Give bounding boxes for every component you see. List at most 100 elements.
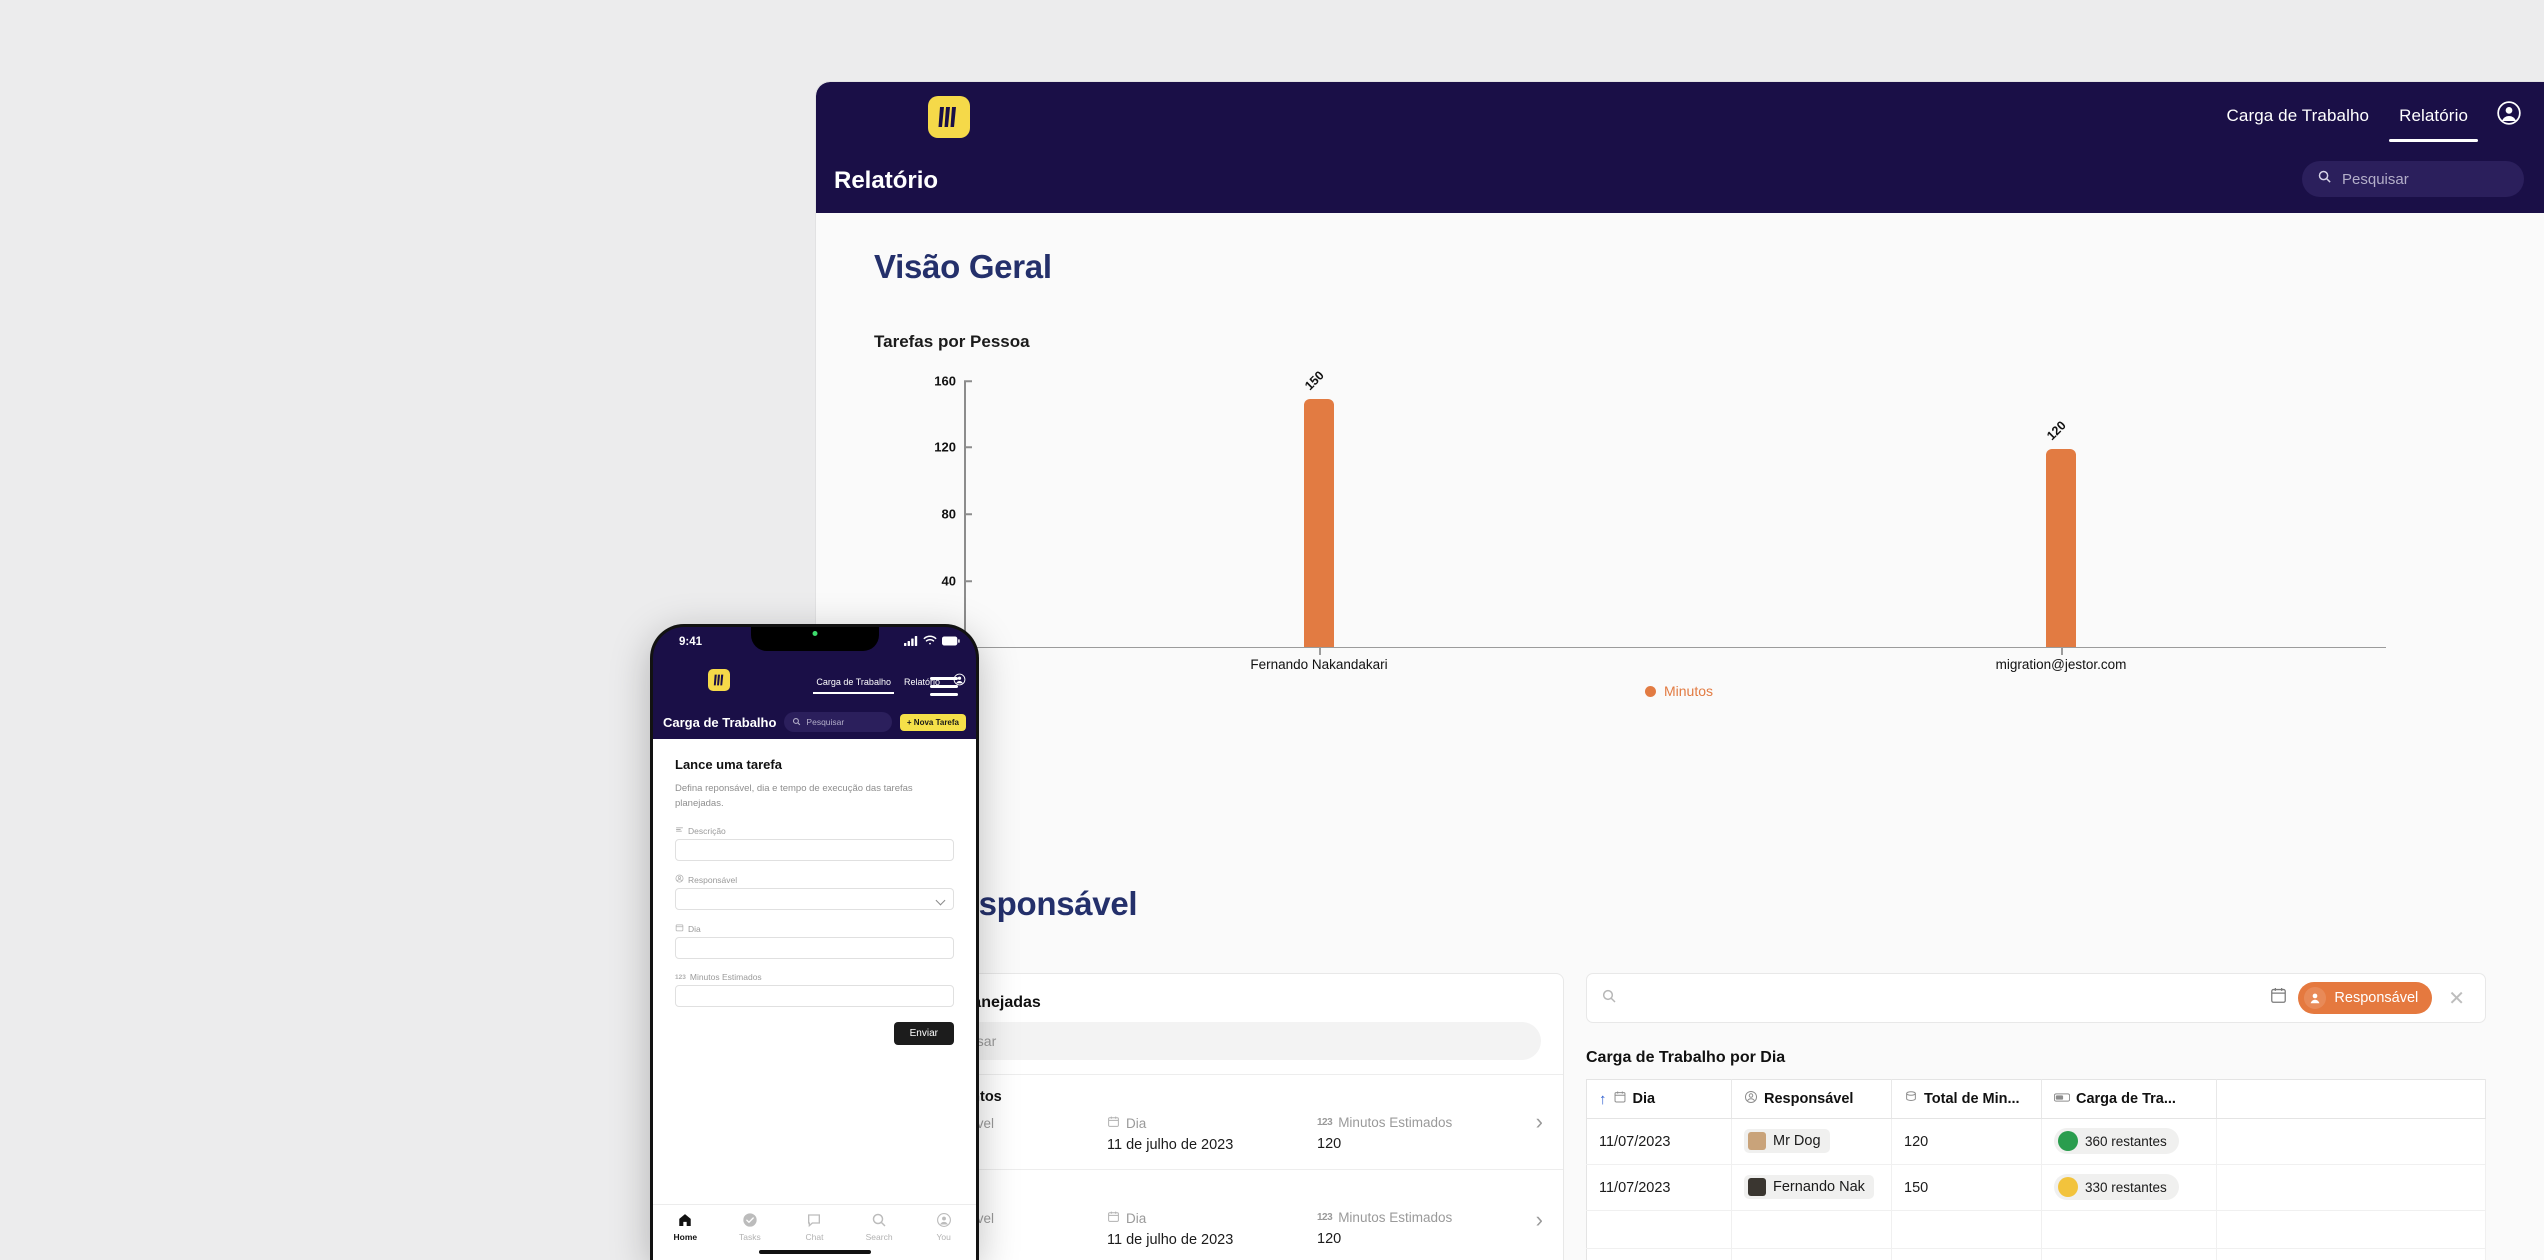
tab-label: Tasks xyxy=(739,1232,761,1242)
global-search-placeholder: Pesquisar xyxy=(2342,170,2409,188)
column-header-carga-de-trabalho[interactable]: Carga de Tra... xyxy=(2041,1079,2217,1119)
cell-responsavel-name: Fernando Nak xyxy=(1773,1179,1865,1195)
chart-legend: Minutos xyxy=(1644,683,1713,699)
tarefas-por-pessoa-chart: 160 120 80 40 150 120 Fernando Nakandaka… xyxy=(874,368,2484,713)
phone-navigation-bar: Carga de Trabalho Relatório xyxy=(653,661,976,705)
phone-nav-link-carga-de-trabalho[interactable]: Carga de Trabalho xyxy=(813,677,894,694)
chevron-right-icon[interactable]: › xyxy=(1536,1207,1543,1233)
cell-dia: 11/07/2023 xyxy=(1586,1118,1732,1165)
close-icon[interactable]: ✕ xyxy=(2442,986,2471,1011)
field-value: 11 de julho de 2023 xyxy=(1107,1137,1234,1153)
nav-link-carga-de-trabalho[interactable]: Carga de Trabalho xyxy=(2225,84,2372,148)
form-label-dia: Dia xyxy=(675,923,954,934)
battery-icon xyxy=(942,636,960,649)
account-circle-icon[interactable] xyxy=(953,673,966,691)
table-caption: Carga de Trabalho por Dia xyxy=(1586,1049,1786,1066)
cell-responsavel: Mr Dog xyxy=(1731,1118,1892,1165)
cell-total-minutos: 150 xyxy=(1891,1164,2042,1211)
sort-ascending-icon[interactable]: ↑ xyxy=(1599,1091,1607,1108)
table-row-empty xyxy=(1586,1210,2486,1249)
list-search-input[interactable]: Pesquisar xyxy=(897,1022,1541,1060)
status-bar-time: 9:41 xyxy=(679,636,703,648)
calendar-icon[interactable] xyxy=(2269,986,2288,1010)
bar-value-label: 120 xyxy=(2044,418,2069,443)
field-label: Minutos Estimados xyxy=(1338,1210,1453,1225)
nav-link-relatorio[interactable]: Relatório xyxy=(2389,84,2478,148)
cell-total-minutos: 120 xyxy=(1891,1118,2042,1165)
bar-fernando-nakandakari[interactable] xyxy=(1304,399,1334,647)
dia-input[interactable] xyxy=(675,937,954,960)
status-dot xyxy=(2058,1177,2078,1197)
calendar-icon xyxy=(675,923,684,934)
page-header-bar: Relatório Pesquisar xyxy=(816,149,2544,213)
jestor-logo-icon[interactable] xyxy=(928,96,970,138)
tab-chat[interactable]: Chat xyxy=(782,1212,847,1242)
cell-responsavel: Fernando Nak xyxy=(1731,1164,1892,1211)
search-icon[interactable] xyxy=(1601,988,1617,1009)
field-label: Dia xyxy=(1126,1210,1147,1226)
phone-search-input[interactable]: Pesquisar xyxy=(784,712,892,732)
list-item-title: Agendamentos xyxy=(897,1089,1541,1105)
phone-mockup: 9:41 Carga de Trabalho Relatório Carga d… xyxy=(650,624,979,1260)
carga-de-trabalho-table: ↑ Dia Responsável Total de Min... Carga … xyxy=(1586,1079,2486,1260)
list-item-title: Relatório xyxy=(897,1184,1541,1200)
column-header-total-de-minutos[interactable]: Total de Min... xyxy=(1891,1079,2042,1119)
field-value: 120 xyxy=(1317,1231,1342,1247)
cellular-signal-icon xyxy=(904,635,918,649)
field-minutos-estimados: 123 Minutos Estimados 120 xyxy=(1317,1210,1497,1253)
cell-empty xyxy=(2216,1118,2486,1165)
table-search-input[interactable] xyxy=(1627,990,2260,1006)
section-heading-visao-geral: Visão Geral xyxy=(874,248,1052,285)
phone-screen-body: Lance uma tarefa Defina reponsável, dia … xyxy=(653,739,976,1260)
descricao-input[interactable] xyxy=(675,839,954,862)
field-dia: Dia 11 de julho de 2023 xyxy=(1107,1210,1317,1253)
avatar xyxy=(1748,1132,1766,1150)
table-header-row: ↑ Dia Responsável Total de Min... Carga … xyxy=(1586,1079,2486,1119)
phone-notch xyxy=(750,627,879,651)
column-header-dia[interactable]: ↑ Dia xyxy=(1586,1079,1732,1119)
account-circle-icon[interactable] xyxy=(2496,100,2522,131)
recording-indicator-icon xyxy=(812,631,817,636)
phone-search-placeholder: Pesquisar xyxy=(806,717,845,727)
wifi-icon xyxy=(923,635,937,649)
number-icon: 123 xyxy=(1317,1212,1333,1223)
phone-tab-bar: Home Tasks Chat Search You xyxy=(653,1204,976,1260)
table-row[interactable]: 11/07/2023 Mr Dog 120 360 restantes xyxy=(1586,1118,2486,1165)
tab-you[interactable]: You xyxy=(911,1212,976,1242)
y-tick-label: 120 xyxy=(934,439,956,455)
cell-empty xyxy=(2216,1164,2486,1211)
status-dot xyxy=(2058,1131,2078,1151)
cell-carga: 360 restantes xyxy=(2041,1118,2217,1165)
minutos-estimados-input[interactable] xyxy=(675,985,954,1008)
progress-icon xyxy=(2053,1091,2071,1107)
database-icon xyxy=(1904,1090,1918,1108)
cell-carga: 330 restantes xyxy=(2041,1164,2217,1211)
table-filter-bar: Responsável ✕ xyxy=(1586,973,2486,1023)
carga-de-trabalho-panel: Responsável ✕ Carga de Trabalho por Dia … xyxy=(1586,973,2486,1260)
tab-label: Home xyxy=(673,1232,698,1242)
phone-nav-links: Carga de Trabalho Relatório xyxy=(813,673,966,694)
new-task-button[interactable]: + Nova Tarefa xyxy=(899,713,966,731)
tab-label: Search xyxy=(865,1232,893,1242)
chart-y-axis: 160 120 80 40 xyxy=(874,373,956,649)
bar-migration-jestor[interactable] xyxy=(2046,449,2076,647)
table-row[interactable]: 11/07/2023 Fernando Nak 150 330 restante… xyxy=(1586,1164,2486,1211)
tab-home[interactable]: Home xyxy=(653,1212,718,1242)
tab-search[interactable]: Search xyxy=(847,1212,912,1242)
enviar-button[interactable]: Enviar xyxy=(893,1022,954,1046)
tab-label: You xyxy=(936,1232,951,1242)
app-window: Carga de Trabalho Relatório Relatório Pe… xyxy=(816,82,2544,1260)
x-axis-label-fernando: Fernando Nakandakari xyxy=(1250,657,1388,672)
search-icon xyxy=(847,1212,912,1229)
filter-chip-responsavel[interactable]: Responsável xyxy=(2298,982,2433,1014)
responsavel-select[interactable] xyxy=(675,888,954,911)
column-header-responsavel[interactable]: Responsável xyxy=(1731,1079,1892,1119)
number-icon: 123 xyxy=(1317,1117,1333,1128)
global-search-input[interactable]: Pesquisar xyxy=(2302,161,2524,197)
jestor-logo-icon[interactable] xyxy=(708,669,730,691)
search-icon xyxy=(2317,169,2332,189)
tab-tasks[interactable]: Tasks xyxy=(718,1212,783,1242)
chevron-right-icon[interactable]: › xyxy=(1536,1109,1543,1135)
phone-status-bar: 9:41 xyxy=(653,627,976,661)
phone-nav-link-relatorio[interactable]: Relatório xyxy=(904,677,940,687)
